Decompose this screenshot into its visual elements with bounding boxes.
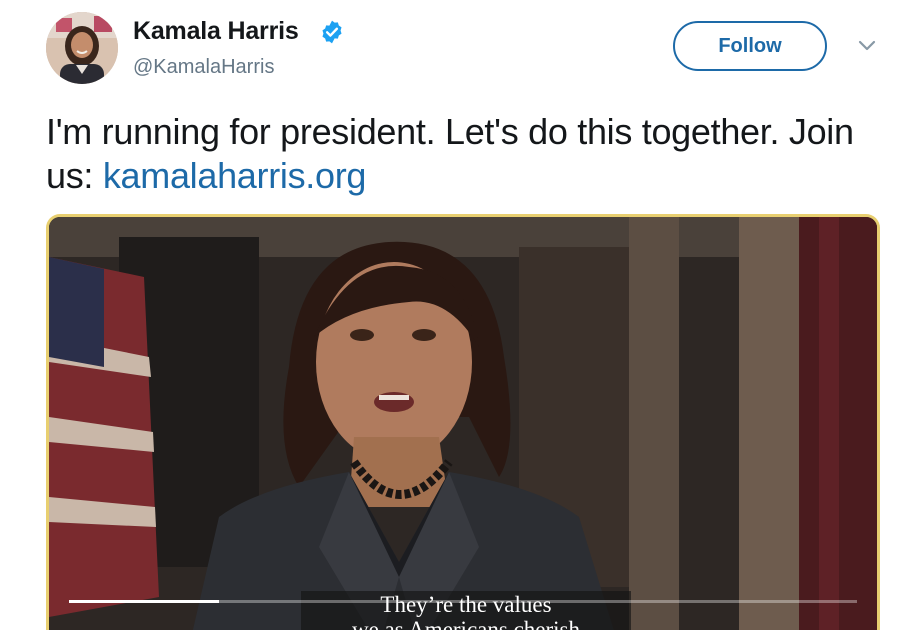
tweet-text: I'm running for president. Let's do this…	[46, 110, 886, 198]
follow-button[interactable]: Follow	[673, 21, 827, 71]
video-player[interactable]: They’re the values we as Americans cheri…	[46, 214, 880, 630]
verified-badge-icon	[322, 20, 342, 44]
video-caption: They’re the values we as Americans cheri…	[301, 591, 631, 630]
user-handle[interactable]: @KamalaHarris	[133, 56, 274, 79]
chevron-down-icon[interactable]	[858, 40, 876, 52]
display-name[interactable]: Kamala Harris	[133, 17, 299, 46]
video-frame	[49, 217, 877, 630]
avatar[interactable]	[46, 12, 118, 84]
caption-line-1: They’re the values	[380, 592, 552, 617]
video-progress-bar[interactable]	[69, 600, 857, 603]
video-progress-fill	[69, 600, 219, 603]
campaign-link[interactable]: kamalaharris.org	[103, 155, 367, 196]
caption-line-2: we as Americans cherish	[351, 617, 580, 630]
tweet-card: Kamala Harris @KamalaHarris Follow I'm r…	[0, 0, 923, 630]
